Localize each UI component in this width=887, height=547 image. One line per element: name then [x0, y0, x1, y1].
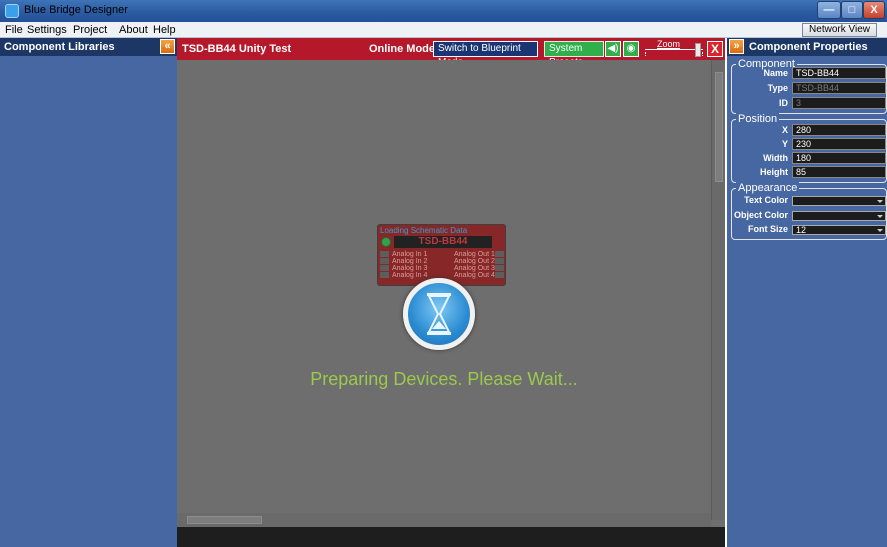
- height-field[interactable]: 85: [792, 166, 886, 178]
- output-pin[interactable]: [495, 265, 504, 271]
- id-field: 3: [792, 97, 886, 109]
- menu-bar: File Settings Project About Help Network…: [0, 22, 887, 38]
- app-icon: [5, 4, 19, 18]
- system-presets-button[interactable]: System Presets: [544, 41, 604, 68]
- width-field[interactable]: 180: [792, 152, 886, 164]
- width-label: Width: [763, 153, 788, 163]
- vertical-scrollbar[interactable]: [711, 60, 725, 520]
- power-indicator: [381, 237, 391, 247]
- input-pin[interactable]: [380, 265, 389, 271]
- device-name: TSD-BB44: [394, 236, 492, 248]
- input-pin[interactable]: [380, 258, 389, 264]
- component-properties-header: Component Properties: [727, 38, 887, 56]
- mode-label: Online Mode: [369, 43, 435, 55]
- device-block[interactable]: Loading Schematic Data TSD-BB44 Analog I…: [377, 224, 506, 286]
- zoom-slider[interactable]: Zoom: [643, 39, 707, 59]
- output-label: Analog Out 1: [454, 251, 495, 258]
- chevron-down-icon: [877, 229, 883, 232]
- y-label: Y: [781, 139, 788, 149]
- component-group: Component Name TSD-BB44 Type TSD-BB44 ID…: [731, 58, 887, 114]
- status-bar: [177, 527, 725, 547]
- chevron-down-icon: [877, 200, 883, 203]
- design-toolbar: TSD-BB44 Unity Test Online Mode Switch t…: [177, 38, 725, 68]
- x-field[interactable]: 280: [792, 124, 886, 136]
- font-size-value: 12: [796, 225, 807, 235]
- component-libraries-panel: Component Libraries «: [0, 38, 177, 547]
- hourglass-icon: [403, 278, 475, 350]
- component-libraries-header: Component Libraries: [0, 38, 177, 56]
- id-label: ID: [779, 98, 788, 108]
- window-title: Blue Bridge Designer: [24, 4, 128, 16]
- view-button[interactable]: ◉: [623, 41, 639, 57]
- input-pin[interactable]: [380, 251, 389, 257]
- input-label: Analog In 4: [392, 272, 428, 279]
- output-pin[interactable]: [495, 272, 504, 278]
- name-field[interactable]: TSD-BB44: [792, 67, 886, 79]
- text-color-label: Text Color: [744, 195, 788, 205]
- y-field[interactable]: 230: [792, 138, 886, 150]
- input-label: Analog In 3: [392, 265, 428, 272]
- switch-blueprint-button[interactable]: Switch to Blueprint Mode: [433, 41, 538, 68]
- position-group-title: Position: [736, 113, 780, 125]
- project-title: TSD-BB44 Unity Test: [182, 43, 292, 55]
- font-size-select[interactable]: 12: [792, 225, 886, 235]
- menu-file[interactable]: File: [5, 24, 23, 36]
- position-group: Position X 280 Y 230 Width 180 Height 85: [731, 113, 887, 183]
- text-color-select[interactable]: [792, 196, 886, 206]
- input-pin[interactable]: [380, 272, 389, 278]
- collapse-left-panel-button[interactable]: «: [160, 39, 175, 54]
- output-pin[interactable]: [495, 251, 504, 257]
- height-label: Height: [760, 167, 788, 177]
- output-label: Analog Out 4: [454, 272, 495, 279]
- design-area: TSD-BB44 Unity Test Online Mode Switch t…: [177, 38, 725, 547]
- type-label: Type: [767, 83, 788, 93]
- component-properties-panel: Component Properties » Component Name TS…: [725, 38, 887, 547]
- close-window-button[interactable]: X: [863, 1, 885, 19]
- input-label: Analog In 2: [392, 258, 428, 265]
- input-label: Analog In 1: [392, 251, 428, 258]
- network-view-button[interactable]: Network View: [802, 23, 877, 37]
- close-design-button[interactable]: X: [707, 41, 723, 57]
- speaker-icon: ◀): [607, 43, 619, 54]
- output-label: Analog Out 2: [454, 258, 495, 265]
- chevron-down-icon: [877, 215, 883, 218]
- x-label: X: [781, 125, 788, 135]
- zoom-thumb[interactable]: [695, 43, 701, 57]
- zoom-label: Zoom: [657, 39, 681, 49]
- type-field: TSD-BB44: [792, 82, 886, 94]
- output-pin[interactable]: [495, 258, 504, 264]
- menu-project[interactable]: Project: [73, 24, 107, 36]
- chevron-right-icon: »: [733, 40, 740, 52]
- object-color-select[interactable]: [792, 211, 886, 221]
- name-label: Name: [763, 68, 788, 78]
- minimize-button[interactable]: —: [817, 1, 841, 19]
- menu-help[interactable]: Help: [153, 24, 176, 36]
- output-label: Analog Out 3: [454, 265, 495, 272]
- horizontal-scrollbar[interactable]: [177, 513, 711, 527]
- chevron-left-icon: «: [164, 40, 171, 52]
- component-properties-title: Component Properties: [749, 41, 868, 53]
- title-bar: Blue Bridge Designer — □ X: [0, 0, 887, 22]
- menu-settings[interactable]: Settings: [27, 24, 67, 36]
- appearance-group: Appearance Text Color Object Color Font …: [731, 182, 887, 240]
- expand-right-panel-button[interactable]: »: [729, 39, 744, 54]
- font-size-label: Font Size: [748, 224, 788, 234]
- eye-icon: ◉: [626, 43, 636, 54]
- object-color-label: Object Color: [733, 210, 788, 220]
- maximize-button[interactable]: □: [841, 1, 863, 19]
- horizontal-scroll-thumb[interactable]: [187, 516, 262, 524]
- appearance-group-title: Appearance: [736, 182, 800, 194]
- vertical-scroll-thumb[interactable]: [715, 72, 723, 182]
- speaker-button[interactable]: ◀): [605, 41, 621, 57]
- component-libraries-title: Component Libraries: [4, 41, 115, 53]
- wait-message: Preparing Devices. Please Wait...: [310, 369, 578, 389]
- menu-about[interactable]: About: [119, 24, 148, 36]
- loading-text: Loading Schematic Data: [380, 226, 468, 235]
